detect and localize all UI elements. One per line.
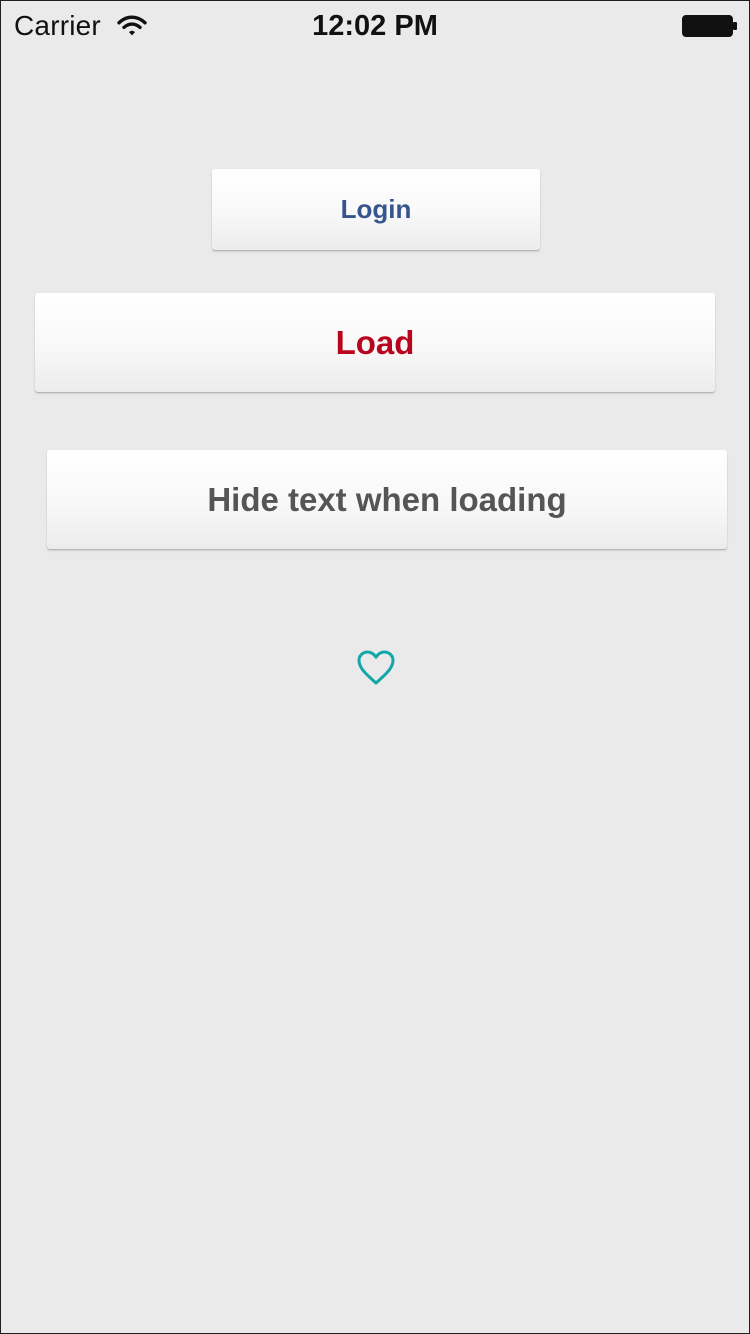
heart-outline-icon[interactable] — [356, 649, 396, 687]
hide-text-when-loading-label: Hide text when loading — [207, 480, 567, 518]
load-button[interactable]: Load — [35, 293, 715, 392]
load-button-label: Load — [335, 323, 415, 361]
login-button[interactable]: Login — [212, 169, 540, 250]
status-time: 12:02 PM — [312, 10, 438, 42]
status-bar: Carrier 12:02 PM — [1, 1, 749, 51]
app-screen: Carrier 12:02 PM Login Load Hide text wh… — [0, 0, 750, 1334]
hide-text-when-loading-button[interactable]: Hide text when loading — [47, 450, 727, 549]
battery-icon — [682, 15, 737, 37]
login-button-label: Login — [340, 194, 412, 224]
